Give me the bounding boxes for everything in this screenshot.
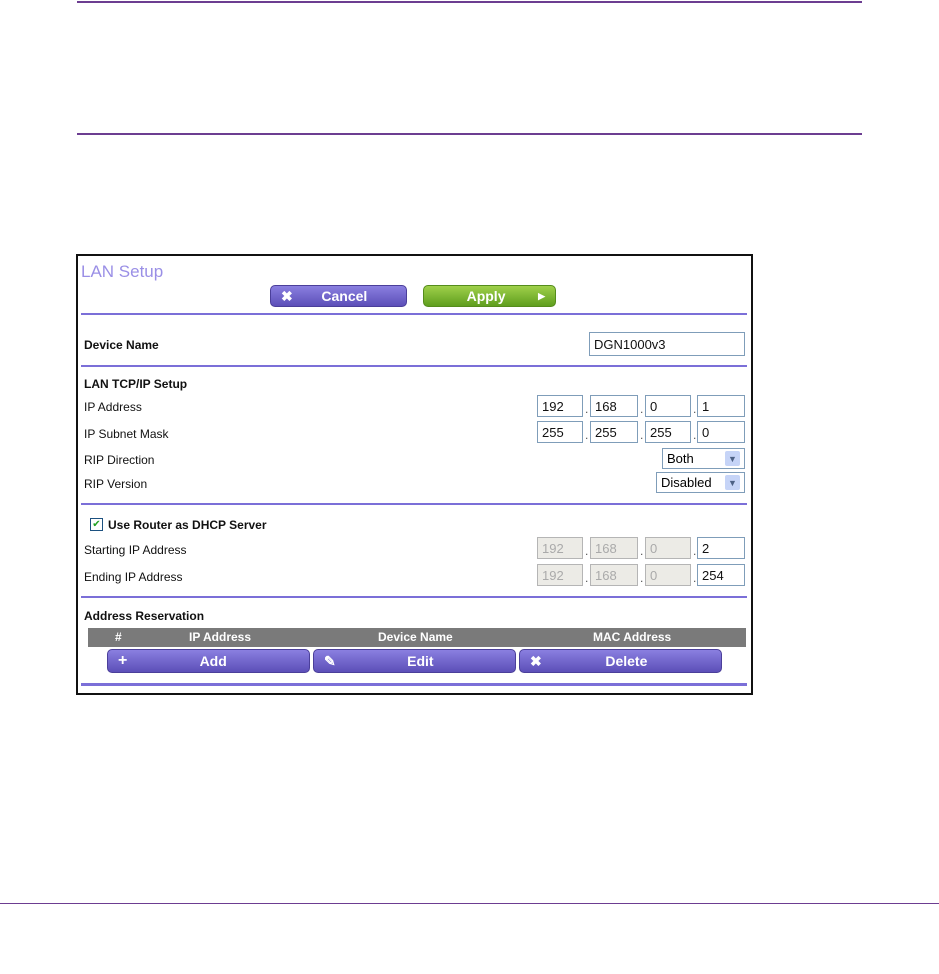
dhcp-server-label: Use Router as DHCP Server <box>108 518 267 532</box>
divider <box>81 596 747 598</box>
delete-button[interactable]: ✖ Delete <box>519 649 722 673</box>
ip-octet-1[interactable] <box>537 395 583 417</box>
dhcp-server-checkbox[interactable]: ✔ <box>90 518 103 531</box>
col-device-name: Device Name <box>378 630 453 644</box>
starting-ip-label: Starting IP Address <box>84 543 187 557</box>
ip-octet-3[interactable] <box>645 395 691 417</box>
close-icon: ✖ <box>281 287 293 304</box>
ip-octet-2[interactable] <box>590 395 638 417</box>
address-reservation-heading: Address Reservation <box>84 609 205 623</box>
device-name-input[interactable] <box>589 332 745 356</box>
divider <box>81 313 747 315</box>
chevron-down-icon: ▼ <box>725 451 740 466</box>
cancel-button[interactable]: ✖ Cancel <box>270 285 407 307</box>
device-name-label: Device Name <box>84 338 159 352</box>
chevron-down-icon: ▼ <box>725 475 740 490</box>
mask-octet-4[interactable] <box>697 421 745 443</box>
col-mac-address: MAC Address <box>593 630 672 644</box>
ip-address-label: IP Address <box>84 400 142 414</box>
ending-ip-label: Ending IP Address <box>84 570 183 584</box>
start-octet-3 <box>645 537 691 559</box>
apply-button[interactable]: Apply ▶ <box>423 285 556 307</box>
rip-direction-label: RIP Direction <box>84 453 155 467</box>
ip-octet-4[interactable] <box>697 395 745 417</box>
mask-octet-2[interactable] <box>590 421 638 443</box>
close-icon: ✖ <box>530 652 542 669</box>
start-octet-2 <box>590 537 638 559</box>
start-octet-4[interactable] <box>697 537 745 559</box>
divider <box>81 683 747 686</box>
add-button[interactable]: + Add <box>107 649 310 673</box>
col-ip-address: IP Address <box>189 630 252 644</box>
lan-tcpip-heading: LAN TCP/IP Setup <box>84 377 188 391</box>
play-arrow-icon: ▶ <box>538 290 545 301</box>
top-divider <box>77 1 862 3</box>
header-divider <box>77 133 862 135</box>
lan-setup-panel: LAN Setup ✖Cancel Apply▶ Device Name LAN… <box>76 254 753 695</box>
mask-octet-3[interactable] <box>645 421 691 443</box>
edit-button[interactable]: ✎ Edit <box>313 649 516 673</box>
end-octet-1 <box>537 564 583 586</box>
divider <box>81 365 747 367</box>
rip-direction-select[interactable]: Both ▼ <box>662 448 745 469</box>
subnet-mask-label: IP Subnet Mask <box>84 427 169 441</box>
footer-divider <box>0 903 939 904</box>
divider <box>81 503 747 505</box>
start-octet-1 <box>537 537 583 559</box>
end-octet-3 <box>645 564 691 586</box>
pencil-icon: ✎ <box>324 652 336 669</box>
plus-icon: + <box>118 652 128 669</box>
rip-version-label: RIP Version <box>84 477 148 491</box>
rip-version-select[interactable]: Disabled ▼ <box>656 472 745 493</box>
mask-octet-1[interactable] <box>537 421 583 443</box>
reservation-table-header: # IP Address Device Name MAC Address <box>88 628 746 647</box>
page-title: LAN Setup <box>81 262 164 281</box>
col-number: # <box>115 630 122 644</box>
end-octet-4[interactable] <box>697 564 745 586</box>
end-octet-2 <box>590 564 638 586</box>
